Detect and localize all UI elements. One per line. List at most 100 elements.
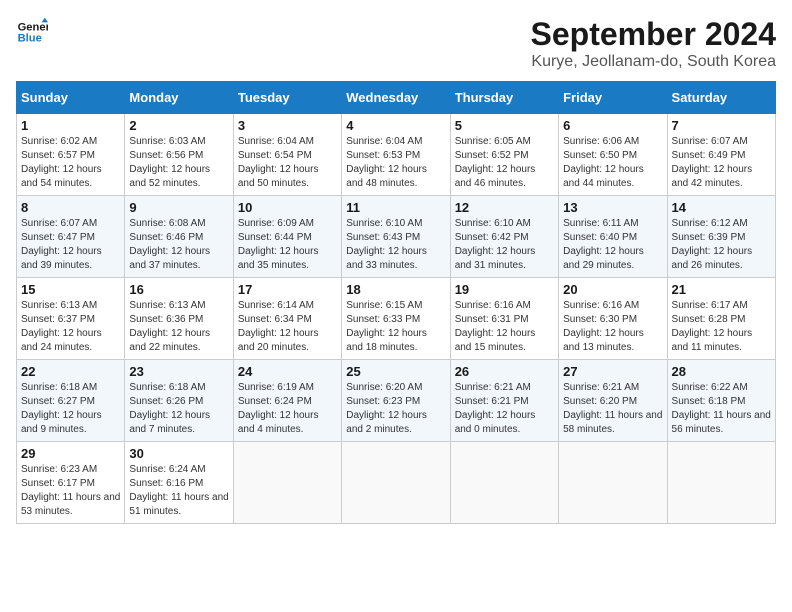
day-info: Sunrise: 6:18 AMSunset: 6:26 PMDaylight:… — [129, 381, 228, 437]
day-info: Sunrise: 6:12 AMSunset: 6:39 PMDaylight:… — [672, 217, 771, 273]
day-number: 7 — [672, 118, 771, 133]
calendar-title: September 2024 — [531, 16, 776, 53]
calendar-header-row: SundayMondayTuesdayWednesdayThursdayFrid… — [17, 82, 776, 114]
day-info: Sunrise: 6:14 AMSunset: 6:34 PMDaylight:… — [238, 299, 337, 355]
calendar-cell: 19Sunrise: 6:16 AMSunset: 6:31 PMDayligh… — [450, 278, 558, 360]
day-info: Sunrise: 6:15 AMSunset: 6:33 PMDaylight:… — [346, 299, 445, 355]
calendar-cell: 4 Sunrise: 6:04 AMSunset: 6:53 PMDaylight… — [342, 114, 450, 196]
day-info: Sunrise: 6:03 AMSunset: 6:56 PMDaylight:… — [129, 135, 228, 191]
day-number: 29 — [21, 446, 120, 461]
day-number: 12 — [455, 200, 554, 215]
calendar-cell: 5Sunrise: 6:05 AMSunset: 6:52 PMDaylight… — [450, 114, 558, 196]
calendar-cell: 27Sunrise: 6:21 AMSunset: 6:20 PMDayligh… — [559, 360, 667, 442]
day-info: Sunrise: 6:04 AMSunset: 6:53 PMDaylight:… — [346, 135, 445, 191]
calendar-cell: 12 Sunrise: 6:10 AMSunset: 6:42 PMDayligh… — [450, 196, 558, 278]
day-info: Sunrise: 6:07 AMSunset: 6:47 PMDaylight:… — [21, 217, 120, 273]
day-number: 28 — [672, 364, 771, 379]
calendar-body: 1Sunrise: 6:02 AMSunset: 6:57 PMDaylight… — [17, 114, 776, 524]
weekday-header-thursday: Thursday — [450, 82, 558, 114]
calendar-cell: 1Sunrise: 6:02 AMSunset: 6:57 PMDaylight… — [17, 114, 125, 196]
day-info: Sunrise: 6:04 AMSunset: 6:54 PMDaylight:… — [238, 135, 337, 191]
logo: General Blue — [16, 16, 48, 48]
day-info: Sunrise: 6:09 AMSunset: 6:44 PMDaylight:… — [238, 217, 337, 273]
day-info: Sunrise: 6:13 AMSunset: 6:36 PMDaylight:… — [129, 299, 228, 355]
calendar-cell: 18 Sunrise: 6:15 AMSunset: 6:33 PMDayligh… — [342, 278, 450, 360]
calendar-cell: 10Sunrise: 6:09 AMSunset: 6:44 PMDayligh… — [233, 196, 341, 278]
day-number: 11 — [346, 200, 445, 215]
calendar-cell: 14 Sunrise: 6:12 AMSunset: 6:39 PMDayligh… — [667, 196, 775, 278]
calendar-header: General Blue September 2024 Kurye, Jeoll… — [16, 16, 776, 71]
day-number: 23 — [129, 364, 228, 379]
day-info: Sunrise: 6:13 AMSunset: 6:37 PMDaylight:… — [21, 299, 120, 355]
calendar-week-1: 1Sunrise: 6:02 AMSunset: 6:57 PMDaylight… — [17, 114, 776, 196]
weekday-header-sunday: Sunday — [17, 82, 125, 114]
day-number: 18 — [346, 282, 445, 297]
calendar-week-5: 29Sunrise: 6:23 AMSunset: 6:17 PMDayligh… — [17, 442, 776, 524]
day-info: Sunrise: 6:16 AMSunset: 6:31 PMDaylight:… — [455, 299, 554, 355]
day-number: 26 — [455, 364, 554, 379]
day-info: Sunrise: 6:16 AMSunset: 6:30 PMDaylight:… — [563, 299, 662, 355]
day-number: 9 — [129, 200, 228, 215]
calendar-cell: 3 Sunrise: 6:04 AMSunset: 6:54 PMDaylight… — [233, 114, 341, 196]
day-number: 15 — [21, 282, 120, 297]
calendar-cell: 28 Sunrise: 6:22 AMSunset: 6:18 PMDayligh… — [667, 360, 775, 442]
weekday-header-monday: Monday — [125, 82, 233, 114]
day-number: 17 — [238, 282, 337, 297]
calendar-cell: 6Sunrise: 6:06 AMSunset: 6:50 PMDaylight… — [559, 114, 667, 196]
calendar-table: SundayMondayTuesdayWednesdayThursdayFrid… — [16, 81, 776, 524]
svg-text:Blue: Blue — [18, 33, 42, 45]
calendar-cell: 2 Sunrise: 6:03 AMSunset: 6:56 PMDaylight… — [125, 114, 233, 196]
calendar-cell: 17 Sunrise: 6:14 AMSunset: 6:34 PMDayligh… — [233, 278, 341, 360]
calendar-cell: 11 Sunrise: 6:10 AMSunset: 6:43 PMDayligh… — [342, 196, 450, 278]
day-info: Sunrise: 6:22 AMSunset: 6:18 PMDaylight:… — [672, 381, 771, 437]
title-area: September 2024 Kurye, Jeollanam-do, Sout… — [531, 16, 776, 71]
day-info: Sunrise: 6:20 AMSunset: 6:23 PMDaylight:… — [346, 381, 445, 437]
day-number: 22 — [21, 364, 120, 379]
calendar-week-2: 8 Sunrise: 6:07 AMSunset: 6:47 PMDaylight… — [17, 196, 776, 278]
calendar-subtitle: Kurye, Jeollanam-do, South Korea — [531, 53, 776, 71]
day-number: 27 — [563, 364, 662, 379]
weekday-header-tuesday: Tuesday — [233, 82, 341, 114]
day-info: Sunrise: 6:21 AMSunset: 6:21 PMDaylight:… — [455, 381, 554, 437]
calendar-cell: 9 Sunrise: 6:08 AMSunset: 6:46 PMDaylight… — [125, 196, 233, 278]
weekday-header-wednesday: Wednesday — [342, 82, 450, 114]
calendar-cell — [233, 442, 341, 524]
calendar-cell: 8 Sunrise: 6:07 AMSunset: 6:47 PMDaylight… — [17, 196, 125, 278]
calendar-cell: 26 Sunrise: 6:21 AMSunset: 6:21 PMDayligh… — [450, 360, 558, 442]
calendar-cell: 21Sunrise: 6:17 AMSunset: 6:28 PMDayligh… — [667, 278, 775, 360]
day-number: 14 — [672, 200, 771, 215]
weekday-header-friday: Friday — [559, 82, 667, 114]
day-number: 3 — [238, 118, 337, 133]
day-number: 13 — [563, 200, 662, 215]
calendar-cell: 23 Sunrise: 6:18 AMSunset: 6:26 PMDayligh… — [125, 360, 233, 442]
calendar-cell: 16 Sunrise: 6:13 AMSunset: 6:36 PMDayligh… — [125, 278, 233, 360]
calendar-cell — [342, 442, 450, 524]
day-info: Sunrise: 6:07 AMSunset: 6:49 PMDaylight:… — [672, 135, 771, 191]
day-number: 25 — [346, 364, 445, 379]
logo-icon: General Blue — [16, 16, 48, 48]
day-number: 21 — [672, 282, 771, 297]
calendar-cell: 13Sunrise: 6:11 AMSunset: 6:40 PMDayligh… — [559, 196, 667, 278]
calendar-cell: 20Sunrise: 6:16 AMSunset: 6:30 PMDayligh… — [559, 278, 667, 360]
day-number: 2 — [129, 118, 228, 133]
day-number: 8 — [21, 200, 120, 215]
day-number: 4 — [346, 118, 445, 133]
day-info: Sunrise: 6:18 AMSunset: 6:27 PMDaylight:… — [21, 381, 120, 437]
day-info: Sunrise: 6:10 AMSunset: 6:42 PMDaylight:… — [455, 217, 554, 273]
day-number: 16 — [129, 282, 228, 297]
weekday-header-saturday: Saturday — [667, 82, 775, 114]
day-number: 24 — [238, 364, 337, 379]
calendar-week-4: 22 Sunrise: 6:18 AMSunset: 6:27 PMDayligh… — [17, 360, 776, 442]
calendar-cell: 24 Sunrise: 6:19 AMSunset: 6:24 PMDayligh… — [233, 360, 341, 442]
calendar-cell: 15 Sunrise: 6:13 AMSunset: 6:37 PMDayligh… — [17, 278, 125, 360]
day-info: Sunrise: 6:19 AMSunset: 6:24 PMDaylight:… — [238, 381, 337, 437]
day-number: 30 — [129, 446, 228, 461]
day-info: Sunrise: 6:06 AMSunset: 6:50 PMDaylight:… — [563, 135, 662, 191]
calendar-cell — [450, 442, 558, 524]
day-info: Sunrise: 6:08 AMSunset: 6:46 PMDaylight:… — [129, 217, 228, 273]
day-info: Sunrise: 6:10 AMSunset: 6:43 PMDaylight:… — [346, 217, 445, 273]
calendar-cell: 22 Sunrise: 6:18 AMSunset: 6:27 PMDayligh… — [17, 360, 125, 442]
day-number: 5 — [455, 118, 554, 133]
day-info: Sunrise: 6:24 AMSunset: 6:16 PMDaylight:… — [129, 463, 228, 519]
svg-text:General: General — [18, 21, 48, 33]
